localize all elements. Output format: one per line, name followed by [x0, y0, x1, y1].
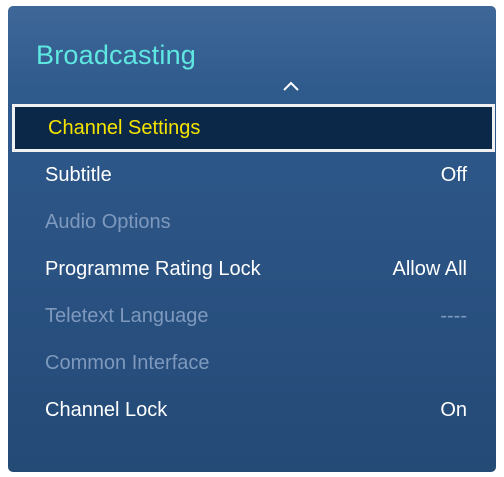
menu-item-value: Off: [440, 164, 467, 186]
menu-item-label: Subtitle: [45, 164, 112, 186]
menu-list: Channel Settings Subtitle Off Audio Opti…: [8, 104, 496, 434]
menu-item-label: Teletext Language: [45, 305, 209, 327]
menu-item-common-interface: Common Interface: [8, 340, 496, 387]
menu-item-channel-settings[interactable]: Channel Settings: [12, 104, 495, 152]
scroll-up[interactable]: [8, 80, 496, 100]
menu-item-label: Audio Options: [45, 211, 171, 233]
menu-item-subtitle[interactable]: Subtitle Off: [8, 152, 496, 199]
menu-item-channel-lock[interactable]: Channel Lock On: [8, 387, 496, 434]
menu-item-label: Channel Lock: [45, 399, 168, 421]
menu-item-programme-rating-lock[interactable]: Programme Rating Lock Allow All: [8, 246, 496, 293]
broadcasting-menu: Broadcasting Channel Settings Subtitle O…: [8, 6, 496, 472]
menu-item-value: ----: [440, 305, 467, 327]
chevron-up-icon: [283, 81, 299, 91]
menu-item-audio-options: Audio Options: [8, 199, 496, 246]
menu-item-label: Programme Rating Lock: [45, 258, 261, 280]
menu-item-teletext-language: Teletext Language ----: [8, 293, 496, 340]
menu-item-label: Common Interface: [45, 352, 210, 374]
menu-title: Broadcasting: [36, 40, 196, 70]
menu-item-value: Allow All: [392, 258, 467, 280]
menu-item-value: On: [440, 399, 467, 421]
menu-item-label: Channel Settings: [48, 116, 201, 139]
